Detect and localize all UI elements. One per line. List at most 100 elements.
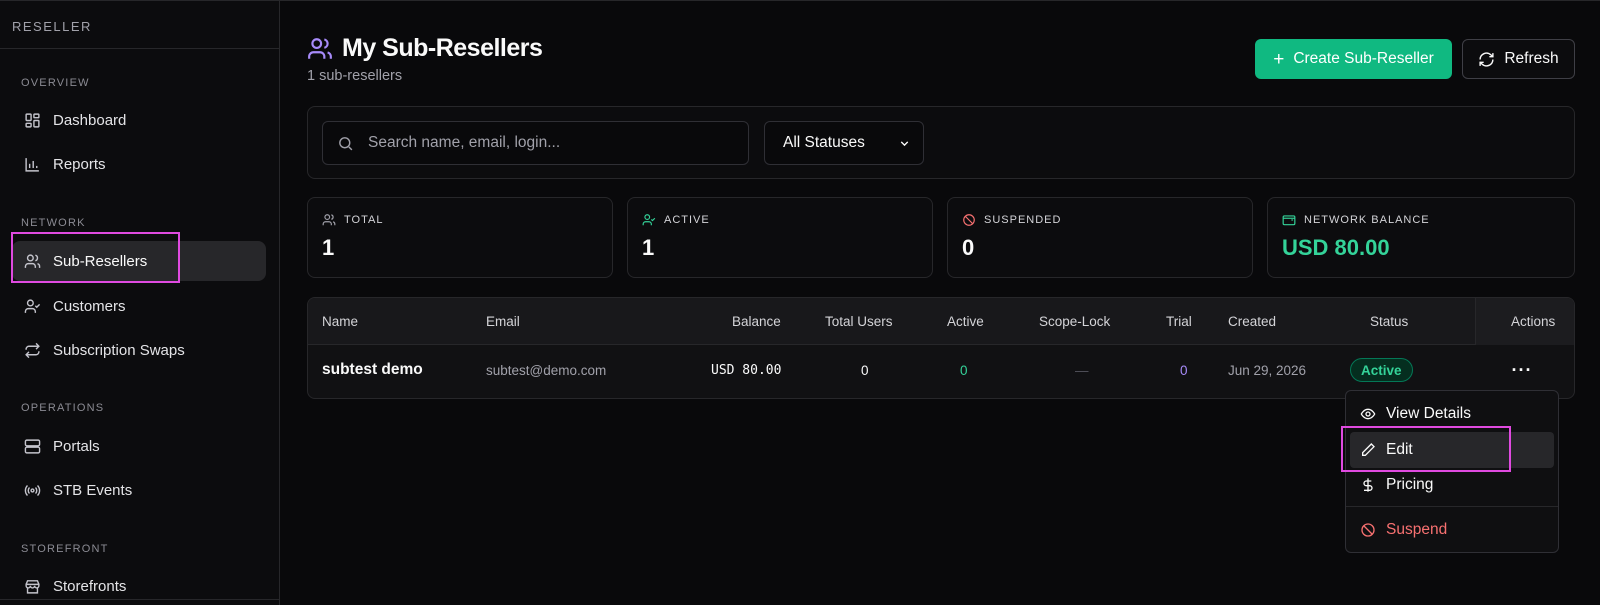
create-button-label: Create Sub-Reseller bbox=[1293, 50, 1434, 67]
column-header-actions: Actions bbox=[1511, 314, 1556, 329]
refresh-button-label: Refresh bbox=[1504, 50, 1559, 67]
cell-total-users: 0 bbox=[861, 363, 869, 378]
dashboard-icon bbox=[21, 111, 43, 129]
menu-item-label: View Details bbox=[1386, 405, 1472, 422]
page-header: My Sub-Resellers bbox=[307, 34, 543, 63]
stat-card-active: ACTIVE 1 bbox=[627, 197, 933, 278]
pencil-icon bbox=[1362, 443, 1375, 456]
sidebar-item-label: Reports bbox=[53, 155, 106, 173]
stat-value-total: 1 bbox=[322, 235, 335, 260]
stat-label-text: TOTAL bbox=[344, 214, 384, 226]
sidebar-item-stb-events[interactable]: STB Events bbox=[12, 470, 266, 510]
users-icon bbox=[21, 252, 43, 270]
sidebar-item-label: Storefronts bbox=[53, 577, 127, 595]
cell-email: subtest@demo.com bbox=[486, 363, 607, 378]
users-icon bbox=[322, 214, 336, 226]
stat-value-balance: USD 80.00 bbox=[1282, 235, 1390, 260]
stat-label-text: ACTIVE bbox=[664, 214, 710, 226]
cell-trial: 0 bbox=[1180, 363, 1188, 378]
refresh-button[interactable]: Refresh bbox=[1462, 39, 1575, 79]
menu-item-suspend[interactable]: Suspend bbox=[1350, 512, 1554, 548]
sidebar-item-portals[interactable]: Portals bbox=[12, 426, 266, 466]
section-label-overview: OVERVIEW bbox=[21, 77, 90, 89]
row-actions-menu: View Details Edit Pricing Suspend bbox=[1345, 390, 1559, 553]
stat-label-balance: NETWORK BALANCE bbox=[1282, 213, 1560, 227]
row-actions-more-icon[interactable]: ··· bbox=[1508, 356, 1536, 384]
refresh-icon bbox=[1479, 51, 1494, 67]
store-icon bbox=[21, 577, 43, 595]
sidebar-item-subscription-swaps[interactable]: Subscription Swaps bbox=[12, 330, 266, 370]
sidebar-item-customers[interactable]: Customers bbox=[12, 286, 266, 326]
stat-label-total: TOTAL bbox=[322, 213, 598, 227]
menu-item-edit[interactable]: Edit bbox=[1350, 432, 1554, 468]
page-subtitle: 1 sub-resellers bbox=[307, 68, 403, 84]
sidebar-item-reports[interactable]: Reports bbox=[12, 144, 266, 184]
sidebar-item-sub-resellers[interactable]: Sub-Resellers bbox=[12, 241, 266, 281]
cell-scope-lock: — bbox=[1075, 363, 1089, 378]
menu-item-label: Pricing bbox=[1386, 476, 1434, 493]
menu-divider bbox=[1346, 506, 1558, 507]
column-header-name[interactable]: Name bbox=[322, 314, 358, 329]
table-header: Name Email Balance Total Users Active Sc… bbox=[308, 298, 1574, 345]
wallet-icon bbox=[1282, 215, 1296, 226]
sidebar-brand: RESELLER bbox=[0, 1, 279, 49]
chevron-down-icon bbox=[900, 140, 909, 146]
status-badge: Active bbox=[1350, 358, 1413, 382]
ban-icon bbox=[963, 214, 975, 226]
user-check-icon bbox=[21, 297, 43, 315]
column-header-active[interactable]: Active bbox=[947, 314, 984, 329]
sidebar-footer-divider bbox=[0, 599, 280, 605]
search-input[interactable] bbox=[368, 134, 748, 152]
search-icon bbox=[339, 136, 353, 150]
server-icon bbox=[21, 437, 43, 455]
menu-item-pricing[interactable]: Pricing bbox=[1350, 467, 1554, 503]
sidebar-item-label: Customers bbox=[53, 297, 126, 315]
stat-card-total: TOTAL 1 bbox=[307, 197, 613, 278]
stat-card-network-balance: NETWORK BALANCE USD 80.00 bbox=[1267, 197, 1575, 278]
stat-label-text: SUSPENDED bbox=[984, 214, 1062, 226]
menu-item-label: Edit bbox=[1386, 441, 1413, 458]
sidebar-item-label: STB Events bbox=[53, 481, 133, 499]
ban-icon bbox=[1361, 523, 1375, 537]
column-header-balance[interactable]: Balance bbox=[732, 314, 781, 329]
eye-icon bbox=[1360, 408, 1376, 420]
stat-value-active: 1 bbox=[642, 235, 655, 260]
sidebar-item-label: Subscription Swaps bbox=[53, 341, 185, 359]
users-icon bbox=[308, 37, 332, 59]
cell-active: 0 bbox=[960, 363, 968, 378]
sidebar-item-dashboard[interactable]: Dashboard bbox=[12, 100, 266, 140]
sub-resellers-table: Name Email Balance Total Users Active Sc… bbox=[307, 297, 1575, 399]
column-header-status[interactable]: Status bbox=[1370, 314, 1408, 329]
repeat-icon bbox=[21, 341, 43, 359]
app-window: RESELLER OVERVIEW Dashboard Reports NETW… bbox=[0, 0, 1600, 605]
bar-chart-icon bbox=[21, 155, 43, 173]
column-header-created[interactable]: Created bbox=[1228, 314, 1276, 329]
status-filter-select[interactable]: All Statuses bbox=[764, 121, 924, 165]
menu-item-view-details[interactable]: View Details bbox=[1350, 396, 1554, 432]
section-label-operations: OPERATIONS bbox=[21, 402, 105, 414]
cell-created: Jun 29, 2026 bbox=[1228, 363, 1307, 378]
column-header-total-users[interactable]: Total Users bbox=[825, 314, 893, 329]
radio-broadcast-icon bbox=[21, 481, 43, 499]
stat-value-suspended: 0 bbox=[962, 235, 975, 260]
column-header-scope-lock[interactable]: Scope-Lock bbox=[1039, 314, 1110, 329]
user-check-icon bbox=[642, 214, 656, 226]
page-title: My Sub-Resellers bbox=[342, 34, 543, 62]
sidebar: RESELLER OVERVIEW Dashboard Reports NETW… bbox=[0, 0, 280, 605]
search-box[interactable] bbox=[322, 121, 749, 165]
section-label-network: NETWORK bbox=[21, 217, 86, 229]
cell-name: subtest demo bbox=[322, 361, 423, 378]
plus-icon: + bbox=[1273, 48, 1285, 70]
stat-label-suspended: SUSPENDED bbox=[962, 213, 1238, 227]
sidebar-item-label: Dashboard bbox=[53, 111, 127, 129]
menu-item-label: Suspend bbox=[1386, 521, 1448, 538]
stat-card-suspended: SUSPENDED 0 bbox=[947, 197, 1253, 278]
section-label-storefront: STOREFRONT bbox=[21, 543, 109, 555]
sidebar-item-label: Portals bbox=[53, 437, 100, 455]
dollar-icon bbox=[1363, 478, 1373, 492]
create-sub-reseller-button[interactable]: + Create Sub-Reseller bbox=[1255, 39, 1452, 79]
column-header-email[interactable]: Email bbox=[486, 314, 520, 329]
stat-label-active: ACTIVE bbox=[642, 213, 918, 227]
column-header-trial[interactable]: Trial bbox=[1166, 314, 1192, 329]
status-filter-value: All Statuses bbox=[783, 134, 865, 151]
